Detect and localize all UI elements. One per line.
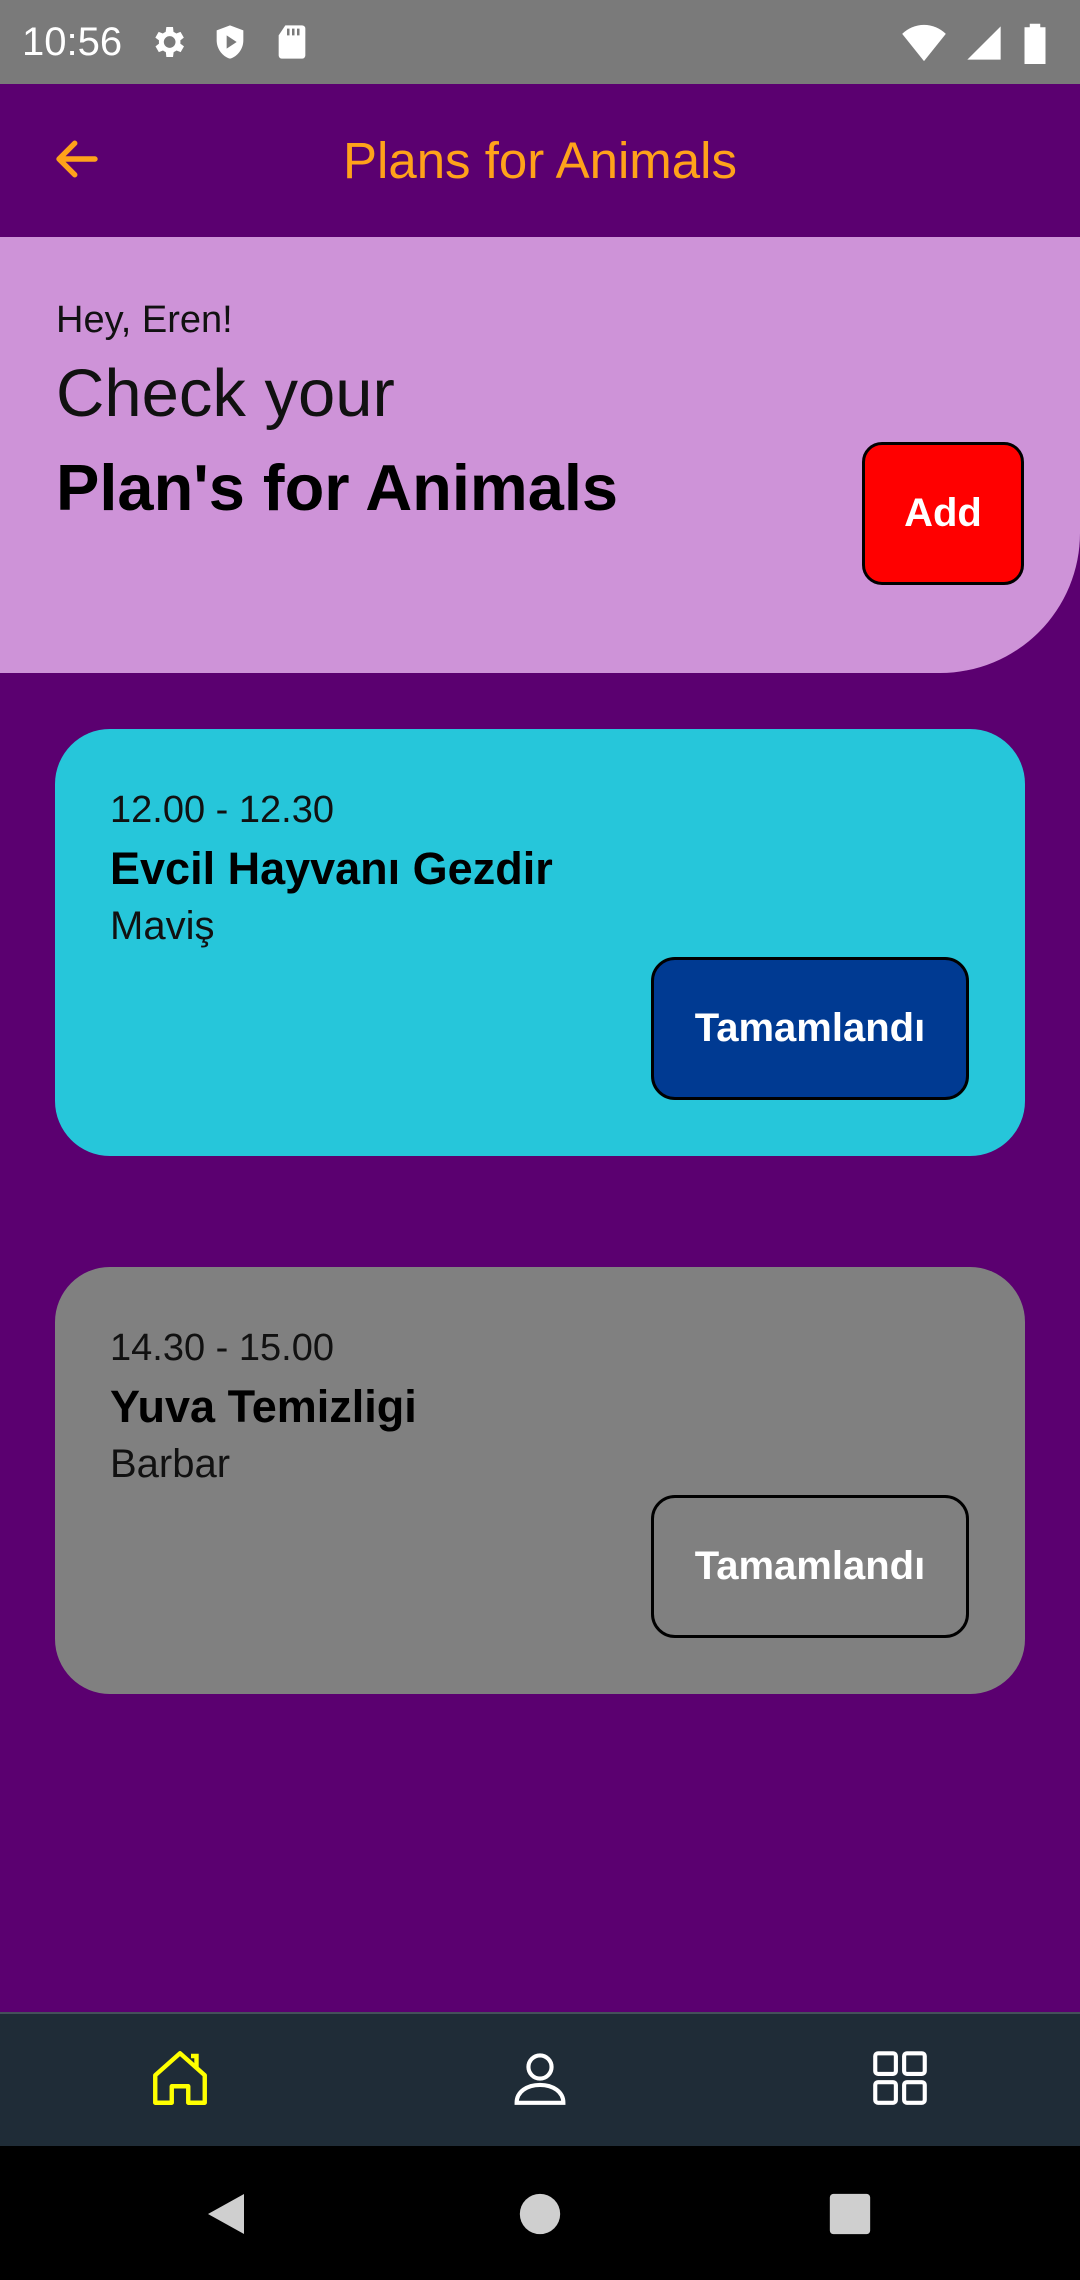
system-back-button[interactable] <box>186 2176 266 2256</box>
plan-title: Yuva Temizligi <box>110 1381 417 1432</box>
system-home-button[interactable] <box>500 2176 580 2256</box>
plan-time: 12.00 - 12.30 <box>110 789 334 831</box>
plan-pet-name: Barbar <box>110 1442 231 1486</box>
back-triangle-icon <box>204 2190 248 2243</box>
wifi-icon <box>902 23 946 63</box>
nav-item-home[interactable] <box>0 2014 360 2146</box>
grid-icon <box>867 2045 933 2116</box>
status-icons-right <box>902 22 1048 64</box>
person-icon <box>507 2045 573 2116</box>
add-button[interactable]: Add <box>862 442 1024 585</box>
hero-banner: Hey, Eren! Check your Plan's for Animals… <box>0 237 1080 673</box>
back-button[interactable] <box>40 124 114 198</box>
status-time: 10:56 <box>22 20 123 64</box>
plan-time: 14.30 - 15.00 <box>110 1327 334 1369</box>
plan-card: 14.30 - 15.00 Yuva Temizligi Barbar Tama… <box>55 1267 1025 1694</box>
status-bar: 10:56 <box>0 0 1080 84</box>
bottom-navigation <box>0 2012 1080 2146</box>
system-navigation-bar <box>0 2146 1080 2280</box>
headline-line-1: Check your <box>56 356 395 431</box>
home-circle-icon <box>518 2192 562 2241</box>
settings-icon <box>148 22 188 62</box>
shield-play-icon <box>210 22 250 62</box>
recents-square-icon <box>828 2192 872 2241</box>
plan-card: 12.00 - 12.30 Evcil Hayvanı Gezdir Maviş… <box>55 729 1025 1156</box>
system-recents-button[interactable] <box>810 2176 890 2256</box>
page-title: Plans for Animals <box>342 132 737 189</box>
nav-item-profile[interactable] <box>360 2014 720 2146</box>
arrow-back-icon <box>50 132 104 191</box>
complete-button[interactable]: Tamamlandı <box>651 1495 969 1638</box>
app-bar: Plans for Animals <box>0 84 1080 237</box>
complete-button[interactable]: Tamamlandı <box>651 957 969 1100</box>
greeting-text: Hey, Eren! <box>56 299 233 341</box>
sd-card-icon <box>272 22 312 62</box>
headline-line-2: Plan's for Animals <box>56 451 619 524</box>
plan-pet-name: Maviş <box>110 904 215 948</box>
home-icon <box>147 2045 213 2116</box>
plan-title: Evcil Hayvanı Gezdir <box>110 843 553 894</box>
status-icons-left <box>148 22 312 62</box>
signal-icon <box>964 23 1004 63</box>
battery-icon <box>1022 22 1048 64</box>
nav-item-grid[interactable] <box>720 2014 1080 2146</box>
